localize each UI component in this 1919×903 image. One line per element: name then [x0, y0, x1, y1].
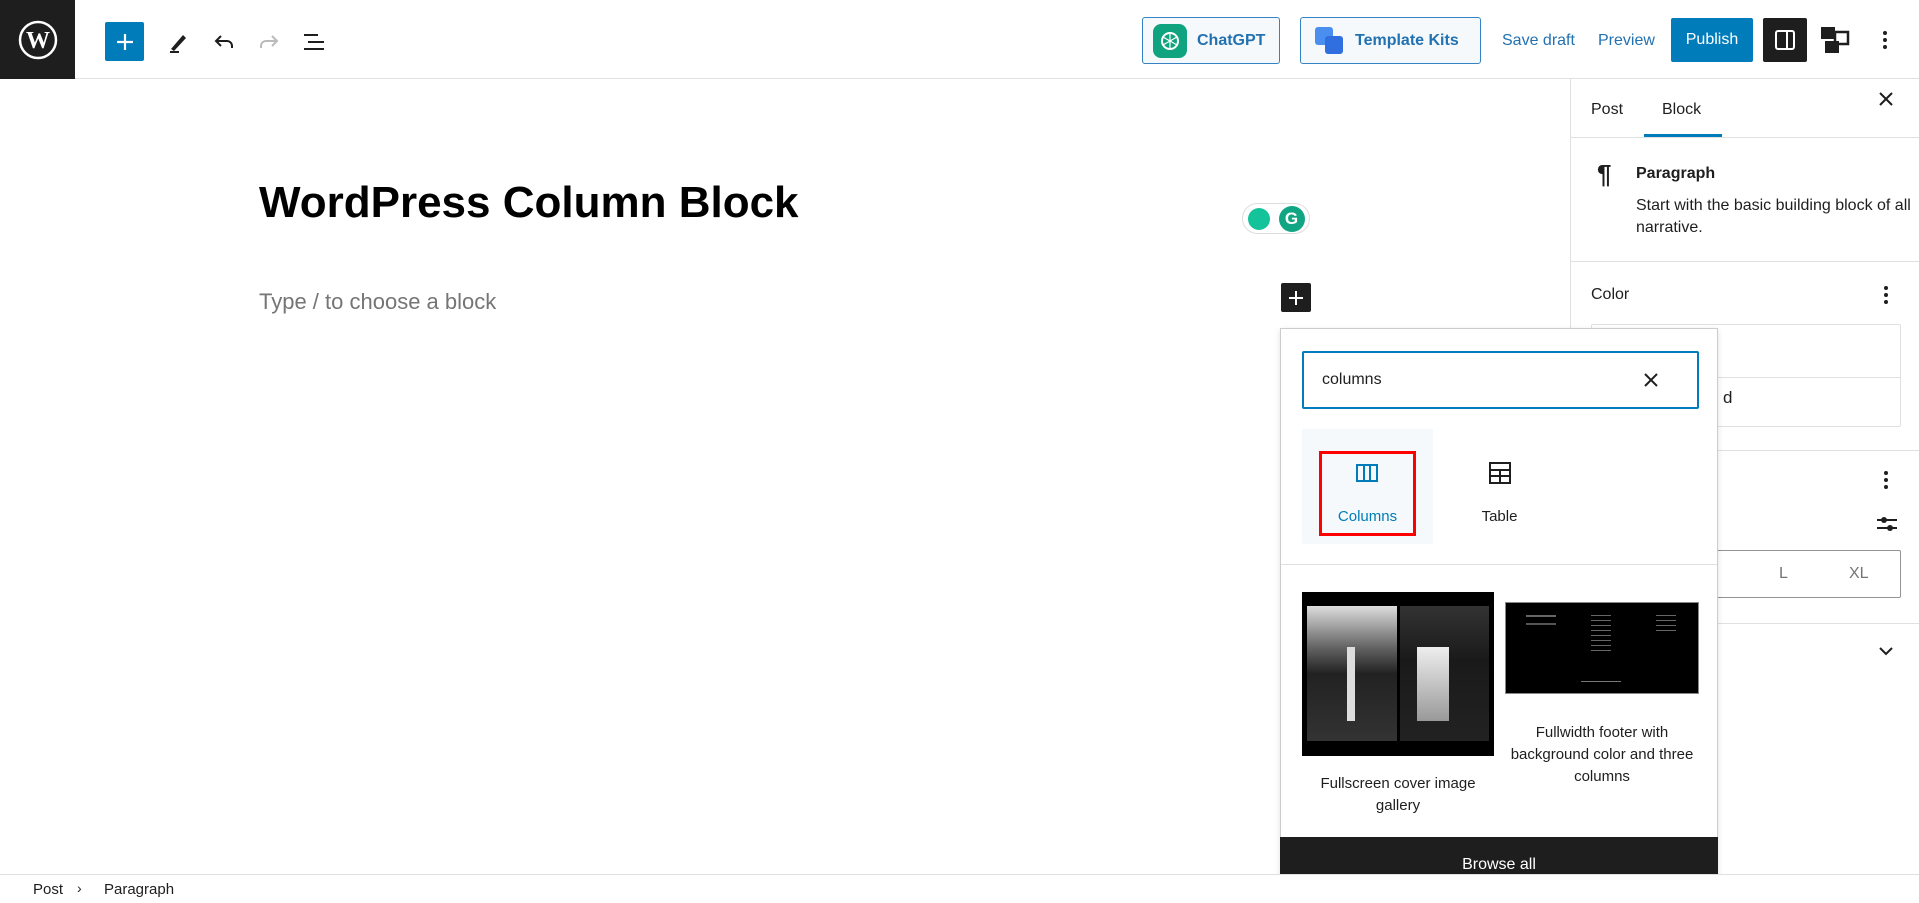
settings-toggle-button[interactable]: [1763, 18, 1807, 62]
paragraph-icon: ¶: [1597, 159, 1612, 189]
redo-icon: [260, 34, 279, 48]
pattern-label: Fullwidth footer with background color a…: [1510, 724, 1694, 785]
options-button[interactable]: [1874, 22, 1896, 58]
add-block-button[interactable]: [105, 22, 144, 61]
close-icon: [1879, 92, 1893, 106]
block-kits-button[interactable]: [1817, 22, 1853, 58]
sidebar-icon: [1775, 30, 1795, 50]
more-vertical-icon: [1884, 471, 1888, 489]
undo-icon: [214, 34, 233, 48]
chatgpt-button[interactable]: ChatGPT: [1142, 17, 1280, 64]
block-search-input[interactable]: columns: [1302, 351, 1699, 409]
save-draft-button[interactable]: Save draft: [1502, 32, 1575, 50]
post-title[interactable]: WordPress Column Block: [259, 178, 799, 228]
size-option-xl[interactable]: XL: [1849, 565, 1869, 583]
block-inserter-popover: columns Columns Table Fullscreen cover i…: [1280, 328, 1718, 892]
chatgpt-label: ChatGPT: [1197, 31, 1266, 49]
grammarly-icon: G: [1278, 205, 1305, 232]
blocks-icon: [1821, 27, 1850, 53]
tab-block[interactable]: Block: [1662, 101, 1701, 119]
block-name: Paragraph: [1636, 165, 1716, 182]
preview-button[interactable]: Preview: [1598, 32, 1655, 50]
block-item-label: Table: [1481, 508, 1518, 525]
breadcrumb-item-post[interactable]: Post: [33, 881, 63, 898]
block-item-columns[interactable]: Columns: [1302, 429, 1433, 544]
tab-post[interactable]: Post: [1591, 101, 1623, 119]
block-item-table[interactable]: Table: [1434, 429, 1565, 544]
pattern-preview-cover-gallery[interactable]: [1302, 592, 1494, 756]
pattern-label: Fullscreen cover image gallery: [1320, 775, 1476, 814]
columns-icon: [1356, 464, 1378, 482]
block-item-label: Columns: [1337, 508, 1398, 525]
lightbulb-icon: [1247, 207, 1270, 230]
custom-size-button[interactable]: [1875, 513, 1899, 535]
block-description: Start with the basic building block of a…: [1636, 197, 1911, 236]
more-vertical-icon: [1883, 31, 1887, 49]
wordpress-logo[interactable]: W: [0, 0, 75, 79]
chevron-down-icon: [1879, 647, 1893, 656]
search-value: columns: [1322, 371, 1382, 388]
tools-button[interactable]: [162, 22, 194, 61]
plus-icon: [116, 33, 133, 50]
chevron-right-icon: ›: [77, 880, 82, 896]
inline-add-block-button[interactable]: [1281, 283, 1311, 312]
wordpress-icon: W: [18, 20, 57, 59]
close-icon: [1644, 373, 1658, 387]
color-options-button[interactable]: [1876, 282, 1896, 308]
template-kits-button[interactable]: Template Kits: [1300, 17, 1481, 64]
chatgpt-icon: [1153, 23, 1187, 58]
undo-button[interactable]: [208, 22, 240, 61]
sliders-icon: [1877, 517, 1897, 531]
advanced-toggle[interactable]: [1874, 641, 1898, 661]
block-placeholder[interactable]: Type / to choose a block: [259, 289, 496, 315]
list-view-button[interactable]: [297, 22, 331, 61]
svg-text:W: W: [26, 28, 50, 54]
clear-search-button[interactable]: [1641, 370, 1661, 390]
template-kits-label: Template Kits: [1355, 31, 1459, 49]
more-vertical-icon: [1884, 286, 1888, 304]
top-toolbar: W ChatGPT Template Kits Save draft Previ…: [0, 0, 1919, 79]
pencil-icon: [170, 34, 186, 53]
publish-button[interactable]: Publish: [1671, 18, 1753, 62]
redo-button[interactable]: [253, 22, 285, 61]
pattern-preview-footer[interactable]: [1505, 602, 1699, 694]
close-sidebar-button[interactable]: [1876, 89, 1896, 109]
block-breadcrumb: Post › Paragraph: [0, 874, 1919, 903]
color-heading: Color: [1591, 286, 1630, 303]
template-kits-icon: [1315, 26, 1345, 55]
size-option-l[interactable]: L: [1779, 565, 1788, 583]
grammarly-widget[interactable]: G: [1242, 203, 1310, 234]
color-option-label: d: [1723, 388, 1733, 407]
table-icon: [1489, 462, 1511, 484]
breadcrumb-item-paragraph: Paragraph: [104, 881, 175, 898]
typography-options-button[interactable]: [1876, 467, 1896, 493]
plus-icon: [1289, 290, 1303, 305]
list-view-icon: [304, 33, 324, 50]
